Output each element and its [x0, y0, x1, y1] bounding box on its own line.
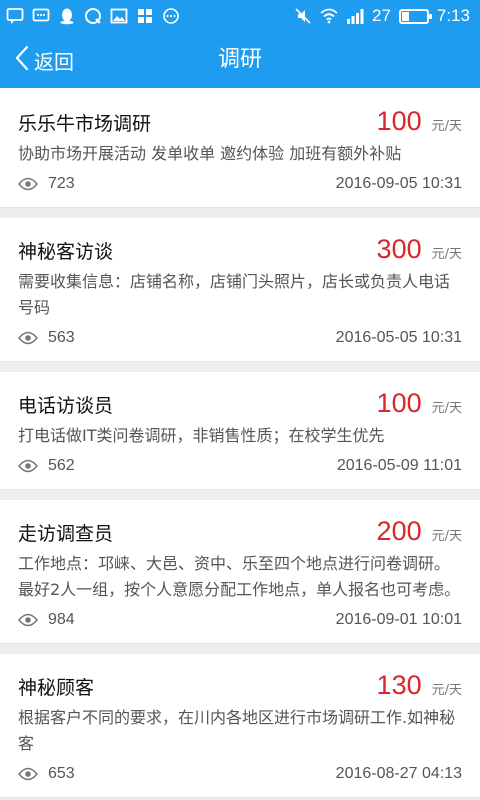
grid-icon — [136, 7, 154, 25]
job-card[interactable]: 神秘顾客 130 元/天 根据客户不同的要求，在川内各地区进行市场调研工作.如神… — [0, 654, 480, 798]
job-list[interactable]: 乐乐牛市场调研 100 元/天 协助市场开展活动 发单收单 邀约体验 加班有额外… — [0, 88, 480, 800]
mute-icon — [294, 7, 312, 25]
status-time: 7:13 — [436, 6, 470, 25]
wifi-icon — [320, 7, 338, 25]
job-card[interactable]: 电话访谈员 100 元/天 打电话做IT类问卷调研，非销售性质；在校学生优先 5… — [0, 372, 480, 490]
price-value: 100 — [376, 106, 422, 136]
eye-icon — [18, 613, 38, 627]
price-value: 300 — [376, 234, 422, 264]
battery-percentage: 27 — [371, 6, 391, 25]
price-unit: 元/天 — [431, 683, 462, 698]
eye-icon — [18, 767, 38, 781]
price-unit: 元/天 — [431, 529, 462, 544]
chat-icon — [6, 7, 24, 25]
price-unit: 元/天 — [431, 119, 462, 134]
job-description: 打电话做IT类问卷调研，非销售性质；在校学生优先 — [18, 426, 385, 445]
browser-icon — [84, 7, 102, 25]
price-unit: 元/天 — [431, 247, 462, 262]
status-bar-notifications — [6, 7, 180, 25]
battery-icon — [398, 8, 432, 24]
job-card[interactable]: 神秘客访谈 300 元/天 需要收集信息：店铺名称，店铺门头照片，店长或负责人电… — [0, 218, 480, 362]
signal-icon — [346, 7, 364, 25]
eye-icon — [18, 459, 38, 473]
post-date: 2016-09-05 10:31 — [335, 175, 462, 192]
back-button[interactable]: 返回 — [14, 32, 74, 88]
post-date: 2016-08-27 04:13 — [335, 765, 462, 782]
job-description: 工作地点：邛崃、大邑、资中、乐至四个地点进行问卷调研。最好2人一组，按个人意愿分… — [18, 554, 461, 599]
job-title: 神秘客访谈 — [18, 241, 114, 263]
post-date: 2016-09-01 10:01 — [335, 611, 462, 628]
price-value: 200 — [376, 516, 422, 546]
penguin-icon — [58, 7, 76, 25]
job-price: 200 元/天 — [377, 516, 462, 547]
eye-icon — [18, 177, 38, 191]
job-title: 乐乐牛市场调研 — [18, 113, 152, 135]
message-icon — [32, 7, 50, 25]
job-title: 电话访谈员 — [18, 395, 114, 417]
post-date: 2016-05-09 11:01 — [336, 457, 462, 474]
back-label: 返回 — [34, 49, 74, 74]
job-card[interactable]: 乐乐牛市场调研 100 元/天 协助市场开展活动 发单收单 邀约体验 加班有额外… — [0, 88, 480, 208]
view-count: 563 — [48, 329, 75, 346]
image-icon — [110, 7, 128, 25]
job-price: 100 元/天 — [377, 106, 462, 137]
job-description: 根据客户不同的要求，在川内各地区进行市场调研工作.如神秘客 — [18, 708, 456, 753]
job-price: 300 元/天 — [377, 234, 462, 265]
job-price: 130 元/天 — [377, 670, 462, 701]
chevron-left-icon — [14, 45, 30, 75]
price-value: 130 — [376, 670, 422, 700]
view-count: 653 — [48, 765, 75, 782]
job-description: 协助市场开展活动 发单收单 邀约体验 加班有额外补贴 — [18, 144, 402, 163]
view-count: 723 — [48, 175, 75, 192]
job-card[interactable]: 走访调查员 200 元/天 工作地点：邛崃、大邑、资中、乐至四个地点进行问卷调研… — [0, 500, 480, 644]
price-unit: 元/天 — [431, 401, 462, 416]
status-bar: 27 7:13 — [0, 0, 480, 32]
price-value: 100 — [376, 388, 422, 418]
post-date: 2016-05-05 10:31 — [335, 329, 462, 346]
nav-bar: 返回 调研 — [0, 32, 480, 88]
view-count: 984 — [48, 611, 75, 628]
job-price: 100 元/天 — [377, 388, 462, 419]
job-description: 需要收集信息：店铺名称，店铺门头照片，店长或负责人电话号码 — [18, 272, 451, 317]
status-bar-system: 27 7:13 — [294, 6, 470, 26]
view-count: 562 — [48, 457, 75, 474]
job-title: 走访调查员 — [18, 523, 114, 545]
more-icon — [162, 7, 180, 25]
job-title: 神秘顾客 — [18, 677, 95, 699]
eye-icon — [18, 331, 38, 345]
